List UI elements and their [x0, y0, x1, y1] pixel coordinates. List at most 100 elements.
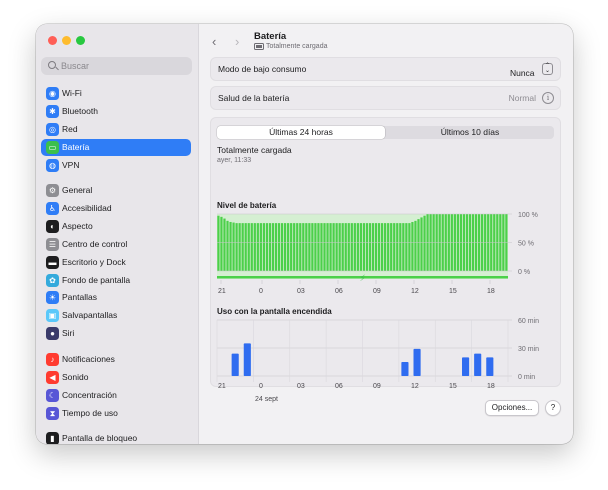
battery-bar: [274, 223, 278, 271]
sidebar-item-salvapantallas[interactable]: ▣ Salvapantallas: [41, 307, 191, 324]
usage-x-tick-label: 0: [259, 383, 263, 390]
usage-y-tick-label: 0 min: [518, 374, 535, 381]
sidebar-item-siri[interactable]: ● Siri: [41, 325, 191, 342]
sidebar-item-batería[interactable]: ▭ Batería: [41, 139, 191, 156]
forward-button[interactable]: ›: [235, 35, 239, 48]
search-input[interactable]: [61, 58, 181, 74]
zoom-window-button[interactable]: [76, 36, 85, 45]
battery-bar: [232, 222, 235, 271]
sidebar-item-escritorio-y-dock[interactable]: ▬ Escritorio y Dock: [41, 254, 191, 271]
battery-bar: [250, 223, 253, 271]
battery-bar: [271, 223, 275, 271]
battery-bar: [280, 223, 284, 271]
battery-bar: [287, 223, 290, 271]
battery-y-tick-label: 50 %: [518, 241, 534, 248]
battery-x-tick-label: 18: [487, 288, 495, 295]
sidebar: ◉Wi-Fi✱Bluetooth◎Red▭Batería◍VPN⚙General…: [36, 24, 199, 444]
tab-last-24-hours[interactable]: Últimas 24 horas: [217, 126, 385, 139]
battery-bar: [238, 223, 241, 271]
moon-icon: ☾: [46, 389, 59, 402]
sidebar-item-label: Bluetooth: [62, 106, 98, 116]
battery-bar: [390, 223, 393, 271]
sidebar-item-pantalla-de-bloqueo[interactable]: ▮ Pantalla de bloqueo: [41, 430, 191, 444]
sidebar-item-accesibilidad[interactable]: ♿ Accesibilidad: [41, 200, 191, 217]
battery-bar: [220, 216, 223, 271]
sidebar-item-sonido[interactable]: ◀ Sonido: [41, 369, 191, 386]
vpn-globe-icon: ◍: [46, 159, 59, 172]
gear-icon: ⚙: [46, 184, 59, 197]
low-power-row: Modo de bajo consumo Nunca ⌃ ⌄: [210, 57, 561, 81]
speaker-icon: ◀: [46, 371, 59, 384]
battery-bar: [299, 223, 302, 271]
siri-icon: ●: [46, 327, 59, 340]
battery-bar: [396, 223, 399, 271]
battery-bar: [290, 223, 293, 271]
usage-bar: [486, 357, 494, 376]
close-window-button[interactable]: [48, 36, 57, 45]
sidebar-item-label: Salvapantallas: [62, 310, 118, 320]
battery-bar: [320, 223, 323, 271]
screensaver-icon: ▣: [46, 309, 59, 322]
charts-area: Nivel de batería ⚡ 100 % 50 % 0 % 21 0 03 06 09 12…: [216, 201, 539, 403]
sidebar-item-label: Red: [62, 124, 78, 134]
sidebar-item-vpn[interactable]: ◍ VPN: [41, 157, 191, 174]
sidebar-item-pantallas[interactable]: ☀ Pantallas: [41, 289, 191, 306]
battery-x-tick-label: 03: [297, 288, 305, 295]
battery-bar: [277, 223, 281, 271]
battery-bar: [283, 223, 287, 271]
options-button[interactable]: Opciones...: [485, 400, 539, 416]
usage-x-tick-label: 15: [449, 383, 457, 390]
battery-x-tick-label: 09: [373, 288, 381, 295]
sidebar-item-notificaciones[interactable]: ♪ Notificaciones: [41, 351, 191, 368]
charge-status-title: Totalmente cargada: [217, 145, 292, 155]
battery-bar: [417, 219, 420, 271]
battery-bar: [308, 223, 311, 271]
battery-health-value: Normal: [508, 93, 536, 103]
tab-last-10-days[interactable]: Últimos 10 días: [386, 126, 554, 139]
sidebar-item-general[interactable]: ⚙ General: [41, 182, 191, 199]
sidebar-item-label: Fondo de pantalla: [62, 275, 131, 285]
wallpaper-icon: ✿: [46, 274, 59, 287]
sidebar-item-red[interactable]: ◎ Red: [41, 121, 191, 138]
back-button[interactable]: ‹: [212, 35, 216, 48]
battery-icon: ▭: [46, 141, 59, 154]
battery-bar: [314, 223, 317, 271]
battery-bar: [323, 223, 326, 271]
help-button[interactable]: ?: [545, 400, 561, 416]
sidebar-item-label: Aspecto: [62, 221, 93, 231]
battery-bar: [311, 223, 314, 271]
battery-bar: [384, 223, 387, 271]
bluetooth-icon: ✱: [46, 105, 59, 118]
displays-icon: ☀: [46, 291, 59, 304]
sidebar-item-concentración[interactable]: ☾ Concentración: [41, 387, 191, 404]
battery-icon: [254, 43, 264, 50]
info-icon[interactable]: i: [542, 92, 554, 104]
battery-bar: [332, 223, 335, 271]
sidebar-item-fondo-de-pantalla[interactable]: ✿ Fondo de pantalla: [41, 272, 191, 289]
sidebar-item-centro-de-control[interactable]: ☰ Centro de control: [41, 236, 191, 253]
battery-bar: [262, 223, 265, 271]
battery-bar: [235, 223, 238, 271]
sidebar-item-wi-fi[interactable]: ◉ Wi-Fi: [41, 85, 191, 102]
search-icon: [48, 61, 56, 69]
battery-bar: [359, 223, 362, 271]
accessibility-icon: ♿: [46, 202, 59, 215]
battery-bar: [399, 223, 402, 271]
low-power-value: Nunca: [509, 68, 535, 78]
search-field[interactable]: [41, 57, 192, 75]
sidebar-item-label: Pantallas: [62, 292, 97, 302]
battery-bar: [374, 223, 378, 271]
sidebar-item-aspecto[interactable]: ◐ Aspecto: [41, 218, 191, 235]
low-power-popup[interactable]: Nunca ⌃ ⌄: [509, 63, 553, 78]
sidebar-item-label: Siri: [62, 328, 75, 338]
minimize-window-button[interactable]: [62, 36, 71, 45]
battery-health-row: Salud de la batería Normal i: [210, 86, 561, 110]
sidebar-item-tiempo-de-uso[interactable]: ⧗ Tiempo de uso: [41, 405, 191, 422]
battery-bar: [411, 221, 414, 271]
usage-bar: [474, 353, 482, 376]
sidebar-item-bluetooth[interactable]: ✱ Bluetooth: [41, 103, 191, 120]
hourglass-icon: ⧗: [46, 407, 59, 420]
settings-window: ◉Wi-Fi✱Bluetooth◎Red▭Batería◍VPN⚙General…: [36, 24, 573, 444]
battery-bar: [356, 223, 359, 271]
battery-bar: [393, 223, 396, 271]
